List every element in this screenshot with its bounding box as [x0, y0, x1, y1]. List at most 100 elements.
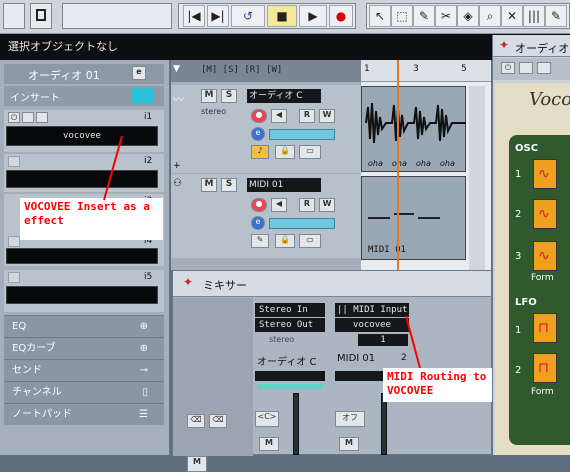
- rewind-to-start-icon[interactable]: |◀: [183, 5, 205, 27]
- section-send[interactable]: センド ⊸: [4, 359, 164, 381]
- osc-wave-button[interactable]: ∿: [533, 159, 557, 189]
- channel-off-button[interactable]: オフ: [335, 411, 365, 427]
- glue-tool-icon[interactable]: |||: [523, 5, 545, 27]
- track-row[interactable]: ⚇ M S MIDI 01 ● ◀ R W e ✎ 🔒 ▭: [171, 174, 361, 258]
- track-name[interactable]: オーディオ C: [247, 89, 321, 103]
- insert-status-icon[interactable]: [269, 129, 335, 140]
- edit-channel-button[interactable]: e: [132, 66, 146, 80]
- range-tool-icon[interactable]: ⬚: [391, 5, 413, 27]
- music-note-icon[interactable]: ♪: [251, 145, 269, 159]
- midi-output-routing[interactable]: vocovee: [335, 318, 409, 332]
- pointer-tool-icon[interactable]: ↖: [369, 5, 391, 27]
- insert-slot-plugin[interactable]: [6, 248, 158, 264]
- solo-button[interactable]: S: [221, 178, 237, 192]
- mixer-view-icon[interactable]: ⌫: [209, 414, 227, 428]
- lock-icon[interactable]: 🔒: [275, 145, 295, 159]
- ruler[interactable]: 1 3 5: [361, 60, 491, 82]
- lfo-wave-button[interactable]: ⊓: [533, 353, 557, 383]
- lane-icon[interactable]: ▭: [299, 145, 321, 159]
- mute-button[interactable]: M: [201, 178, 217, 192]
- scrollbar[interactable]: [469, 86, 485, 276]
- osc-wave-button[interactable]: ∿: [533, 199, 557, 229]
- plugin-freeze-icon[interactable]: [537, 62, 551, 74]
- square-wave-icon: ⊓: [538, 360, 549, 376]
- mute-button[interactable]: M: [201, 89, 217, 103]
- pencil-icon[interactable]: ✎: [251, 234, 269, 248]
- solo-button[interactable]: S: [221, 89, 237, 103]
- slot-power-icon[interactable]: [8, 272, 20, 283]
- osc-row-label: 1: [515, 169, 522, 180]
- midi-event[interactable]: MIDI 01: [361, 176, 466, 260]
- mixer-title-bar[interactable]: ✦ ミキサー: [173, 271, 491, 297]
- insert-status-icon[interactable]: [269, 218, 335, 229]
- track-name[interactable]: MIDI 01: [247, 178, 321, 192]
- audio-output-routing[interactable]: Stereo Out: [255, 318, 325, 332]
- expand-plus-icon[interactable]: +: [173, 161, 181, 171]
- mixer-view-icon[interactable]: ⌫: [187, 414, 205, 428]
- record-enable-icon[interactable]: ●: [251, 109, 267, 123]
- square-wave-icon: ⊓: [538, 320, 549, 336]
- section-channel[interactable]: チャンネル ▯: [4, 381, 164, 403]
- section-notepad[interactable]: ノートパッド ☰: [4, 403, 164, 425]
- lock-icon[interactable]: 🔒: [275, 234, 295, 248]
- record-enable-icon[interactable]: ●: [251, 198, 267, 212]
- go-to-end-icon[interactable]: ▶|: [207, 5, 229, 27]
- dropdown-arrow-icon[interactable]: ▼: [173, 64, 180, 74]
- slot-power-icon[interactable]: ⏻: [8, 112, 20, 123]
- plugin-power-icon[interactable]: ⏻: [501, 62, 515, 74]
- read-button[interactable]: R: [299, 198, 315, 212]
- draw-tool-icon[interactable]: ✎: [413, 5, 435, 27]
- record-icon[interactable]: ●: [329, 5, 353, 27]
- cycle-icon[interactable]: ↺: [231, 5, 265, 27]
- lane-icon[interactable]: ▭: [299, 234, 321, 248]
- slot-power-icon[interactable]: [8, 236, 20, 247]
- edit-channel-icon[interactable]: e: [251, 216, 265, 230]
- read-button[interactable]: R: [299, 109, 315, 123]
- lfo-wave-button[interactable]: ⊓: [533, 313, 557, 343]
- section-eq[interactable]: EQ ⊕: [4, 315, 164, 337]
- section-eq-curve[interactable]: EQカーブ ⊕: [4, 337, 164, 359]
- cursor-line[interactable]: [397, 60, 399, 275]
- volume-fader[interactable]: [381, 393, 387, 455]
- mute-tool-icon[interactable]: ✕: [501, 5, 523, 27]
- pan-control[interactable]: [255, 371, 325, 381]
- slot-bypass-icon[interactable]: [22, 112, 34, 123]
- track-view-toggles[interactable]: [M] [S] [R] [W]: [201, 65, 282, 75]
- stop-icon[interactable]: ■: [267, 5, 297, 27]
- erase-tool-icon[interactable]: ◈: [457, 5, 479, 27]
- insert-slot-plugin[interactable]: [6, 286, 158, 304]
- osc-wave-button[interactable]: ∿: [533, 241, 557, 271]
- zoom-tool-icon[interactable]: ⌕: [479, 5, 501, 27]
- mute-button[interactable]: M: [339, 437, 359, 451]
- slot-edit-icon[interactable]: [36, 112, 48, 123]
- plugin-bypass-icon[interactable]: [519, 62, 533, 74]
- edit-channel-icon[interactable]: e: [251, 127, 265, 141]
- pencil-tool-icon[interactable]: ✎: [545, 5, 567, 27]
- section-label: チャンネル: [12, 387, 62, 398]
- inspector-panel: オーディオ 01 e インサート ⏻ i1 vocovee i2 i3 i4: [0, 60, 170, 455]
- plugin-title-bar[interactable]: ✦ オーディオ: [493, 35, 570, 57]
- split-tool-icon[interactable]: ✂: [435, 5, 457, 27]
- inspector-track-header[interactable]: オーディオ 01 e: [4, 64, 164, 84]
- insert-bypass-icon[interactable]: [132, 88, 154, 104]
- write-button[interactable]: W: [319, 109, 335, 123]
- monitor-icon[interactable]: ◀: [271, 109, 287, 123]
- play-icon[interactable]: ▶: [299, 5, 327, 27]
- audio-input-routing[interactable]: Stereo In: [255, 303, 325, 317]
- mute-button[interactable]: M: [259, 437, 279, 451]
- monitor-icon[interactable]: ◀: [271, 198, 287, 212]
- insert-slot-plugin[interactable]: vocovee: [6, 126, 158, 146]
- volume-fader[interactable]: [293, 393, 299, 455]
- write-button[interactable]: W: [319, 198, 335, 212]
- window-button[interactable]: [3, 3, 25, 29]
- inspector-button[interactable]: [30, 3, 52, 29]
- slot-power-icon[interactable]: [8, 156, 20, 167]
- insert-section-header[interactable]: インサート: [4, 86, 164, 106]
- audio-event[interactable]: oha oha oha oha: [361, 86, 466, 172]
- midi-input-routing[interactable]: || MIDI Input: [335, 303, 409, 317]
- insert-slot-plugin[interactable]: [6, 170, 158, 188]
- mixer-midi-icon[interactable]: M: [187, 456, 207, 472]
- edit-tools: ↖ ⬚ ✎ ✂ ◈ ⌕ ✕ ||| ✎: [366, 3, 570, 29]
- channel-knob-icon[interactable]: <C>: [255, 411, 279, 427]
- track-row[interactable]: 〰 M S オーディオ C stereo ● ◀ R W e ♪ 🔒 ▭ +: [171, 85, 361, 173]
